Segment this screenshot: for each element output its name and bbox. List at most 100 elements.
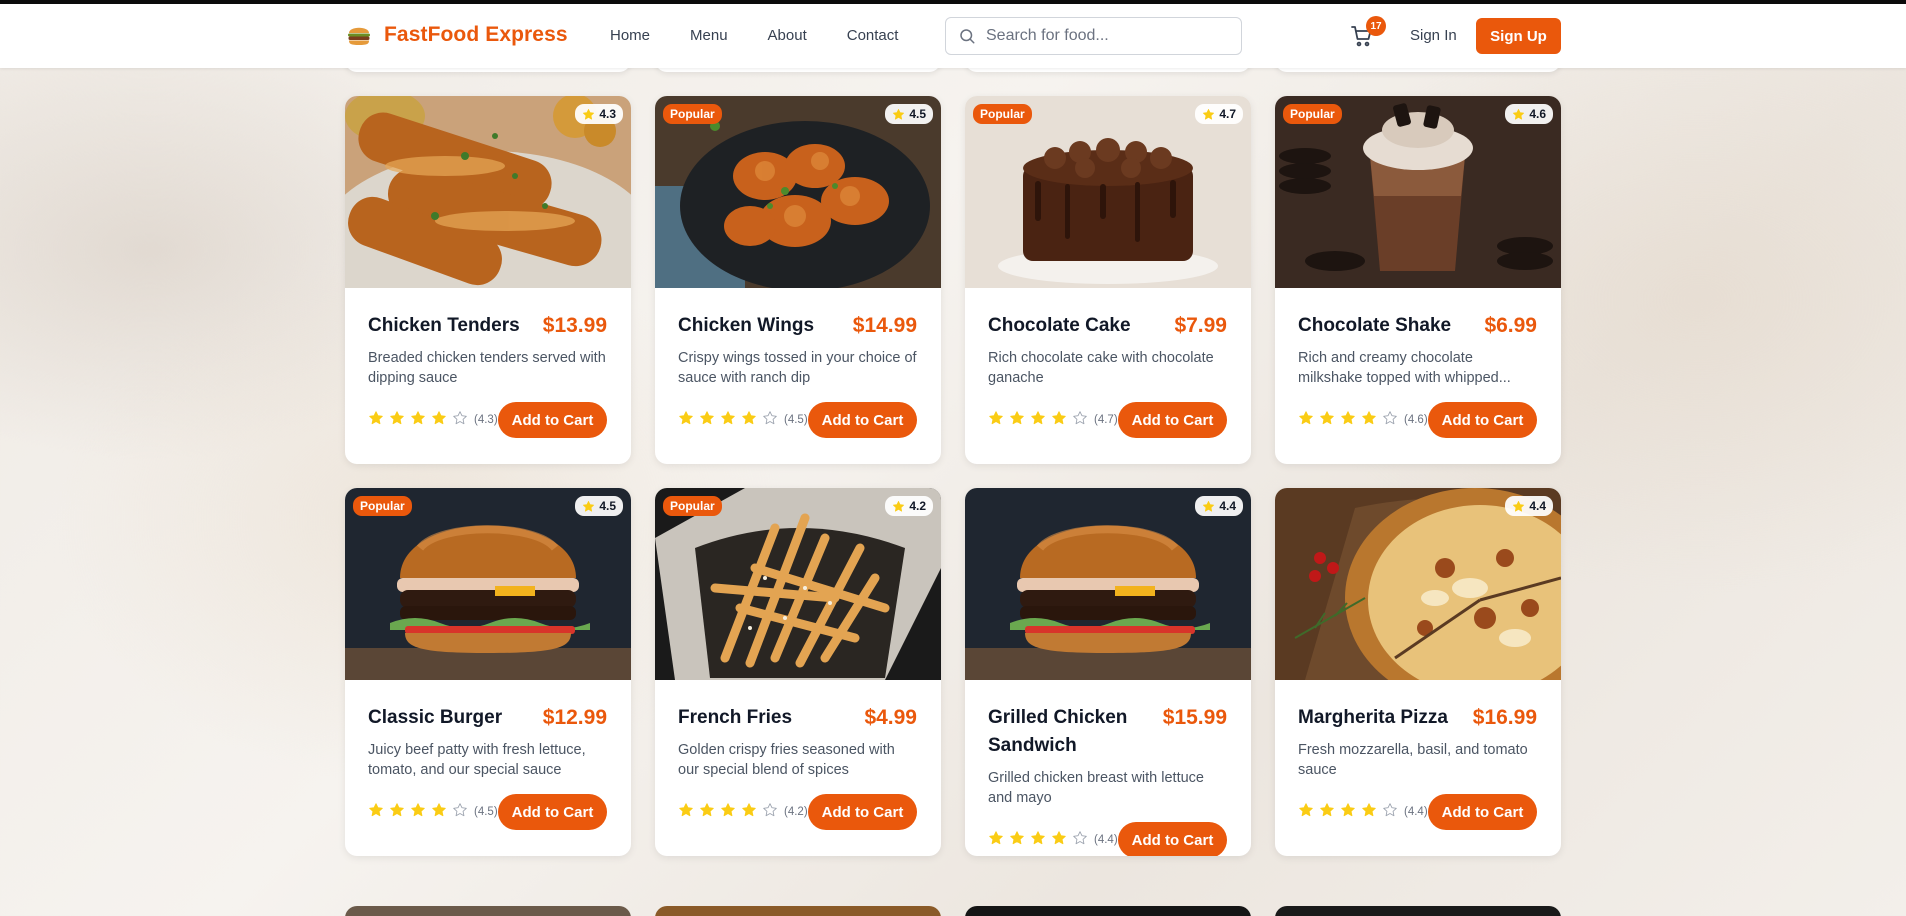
search-input[interactable]	[986, 27, 1216, 45]
star-rating: (4.4)	[1298, 802, 1428, 823]
card-footer: (4.4) Add to Cart	[1298, 794, 1537, 830]
search-box[interactable]	[945, 17, 1242, 55]
chocolate-shake-photo	[1275, 96, 1561, 288]
title-row: Chocolate Shake $6.99	[1298, 312, 1537, 340]
star-empty-icon	[1382, 802, 1398, 823]
rating-badge: 4.4	[1195, 496, 1243, 516]
product-card[interactable]: 4.4 Margherita Pizza $16.99 Fresh mozzar…	[1275, 488, 1561, 856]
star-empty-icon	[1382, 410, 1398, 431]
add-to-cart-button[interactable]: Add to Cart	[498, 402, 607, 438]
add-to-cart-button[interactable]: Add to Cart	[808, 794, 917, 830]
star-filled-icon	[1319, 802, 1335, 823]
star-filled-icon	[988, 830, 1004, 851]
star-filled-icon	[678, 410, 694, 431]
card-body: Chocolate Cake $7.99 Rich chocolate cake…	[988, 312, 1227, 438]
rating-count: (4.4)	[1094, 834, 1118, 846]
star-rating: (4.3)	[368, 410, 498, 431]
brand-name: FastFood Express	[384, 23, 568, 46]
add-to-cart-button[interactable]: Add to Cart	[1428, 794, 1537, 830]
rating-count: (4.3)	[474, 414, 498, 426]
card-footer: (4.2) Add to Cart	[678, 794, 917, 830]
star-filled-icon	[1009, 410, 1025, 431]
star-filled-icon	[988, 410, 1004, 431]
product-card[interactable]: 4.4 Grilled Chicken Sandwich $15.99 Gril…	[965, 488, 1251, 856]
product-description: Rich chocolate cake with chocolate ganac…	[988, 350, 1214, 386]
title-row: Chicken Tenders $13.99	[368, 312, 607, 340]
product-description: Juicy beef patty with fresh lettuce, tom…	[368, 742, 586, 778]
add-to-cart-button[interactable]: Add to Cart	[1118, 402, 1227, 438]
star-empty-icon	[762, 802, 778, 823]
product-name: Chicken Wings	[678, 315, 815, 336]
star-empty-icon	[452, 802, 468, 823]
site-header: FastFood Express Home Menu About Contact…	[0, 4, 1906, 68]
popular-badge: Popular	[353, 496, 412, 516]
rating-value: 4.4	[1529, 499, 1546, 513]
add-to-cart-button[interactable]: Add to Cart	[1118, 822, 1227, 856]
sign-up-button[interactable]: Sign Up	[1476, 18, 1561, 54]
nav-home[interactable]: Home	[610, 27, 650, 44]
rating-value: 4.6	[1529, 107, 1546, 121]
brand[interactable]: FastFood Express	[346, 22, 568, 48]
product-description: Breaded chicken tenders served with dipp…	[368, 350, 606, 386]
product-image: Popular 4.6	[1275, 96, 1561, 288]
nav-menu[interactable]: Menu	[690, 27, 728, 44]
add-to-cart-button[interactable]: Add to Cart	[1428, 402, 1537, 438]
rating-badge: 4.5	[575, 496, 623, 516]
nav-contact[interactable]: Contact	[847, 27, 899, 44]
product-image: Popular 4.5	[655, 96, 941, 288]
rating-badge: 4.3	[575, 104, 623, 124]
main-nav: Home Menu About Contact	[610, 27, 898, 44]
card-body: French Fries $4.99 Golden crispy fries s…	[678, 704, 917, 830]
star-rating: (4.4)	[988, 830, 1118, 851]
rating-count: (4.6)	[1404, 414, 1428, 426]
add-to-cart-button[interactable]: Add to Cart	[808, 402, 917, 438]
card-below-edge	[965, 906, 1251, 916]
star-rating: (4.5)	[368, 802, 498, 823]
add-to-cart-button[interactable]: Add to Cart	[498, 794, 607, 830]
star-icon	[1512, 500, 1525, 513]
rating-value: 4.2	[909, 499, 926, 513]
popular-badge: Popular	[663, 496, 722, 516]
card-footer: (4.7) Add to Cart	[988, 402, 1227, 438]
star-rating: (4.6)	[1298, 410, 1428, 431]
chocolate-cake-photo	[965, 96, 1251, 288]
star-filled-icon	[720, 802, 736, 823]
product-card[interactable]: Popular 4.5 Classic Burger $12.99 Juicy …	[345, 488, 631, 856]
product-card[interactable]: Popular 4.5 Chicken Wings $14.99 Crispy …	[655, 96, 941, 464]
star-filled-icon	[678, 802, 694, 823]
product-price: $15.99	[1162, 706, 1227, 729]
card-body: Chicken Tenders $13.99 Breaded chicken t…	[368, 312, 607, 438]
card-below-edge	[1275, 906, 1561, 916]
product-image: Popular 4.7	[965, 96, 1251, 288]
product-card[interactable]: Popular 4.2 French Fries $4.99 Golden cr…	[655, 488, 941, 856]
star-filled-icon	[1298, 802, 1314, 823]
product-description: Grilled chicken breast with lettuce and …	[988, 770, 1204, 806]
star-icon	[1202, 500, 1215, 513]
star-rating: (4.5)	[678, 410, 808, 431]
star-empty-icon	[1072, 410, 1088, 431]
title-row: Grilled Chicken Sandwich $15.99	[988, 704, 1227, 760]
rating-count: (4.7)	[1094, 414, 1118, 426]
product-name: Chicken Tenders	[368, 315, 520, 336]
product-price: $7.99	[1174, 314, 1227, 337]
burger-logo-icon	[348, 27, 370, 45]
star-filled-icon	[1009, 830, 1025, 851]
sign-in-link[interactable]: Sign In	[1410, 27, 1457, 44]
card-body: Margherita Pizza $16.99 Fresh mozzarella…	[1298, 704, 1537, 830]
product-card[interactable]: 4.3 Chicken Tenders $13.99 Breaded chick…	[345, 96, 631, 464]
cart-button[interactable]: 17	[1350, 16, 1386, 50]
nav-about[interactable]: About	[768, 27, 807, 44]
card-body: Chocolate Shake $6.99 Rich and creamy ch…	[1298, 312, 1537, 438]
product-card[interactable]: Popular 4.6 Chocolate Shake $6.99 Rich a…	[1275, 96, 1561, 464]
star-filled-icon	[699, 410, 715, 431]
rating-count: (4.5)	[784, 414, 808, 426]
rating-count: (4.5)	[474, 806, 498, 818]
product-card[interactable]: Popular 4.7 Chocolate Cake $7.99 Rich ch…	[965, 96, 1251, 464]
star-filled-icon	[1051, 410, 1067, 431]
star-filled-icon	[431, 802, 447, 823]
card-footer: (4.6) Add to Cart	[1298, 402, 1537, 438]
star-filled-icon	[1319, 410, 1335, 431]
product-price: $12.99	[542, 706, 607, 729]
star-filled-icon	[1340, 410, 1356, 431]
product-image: 4.4	[1275, 488, 1561, 680]
